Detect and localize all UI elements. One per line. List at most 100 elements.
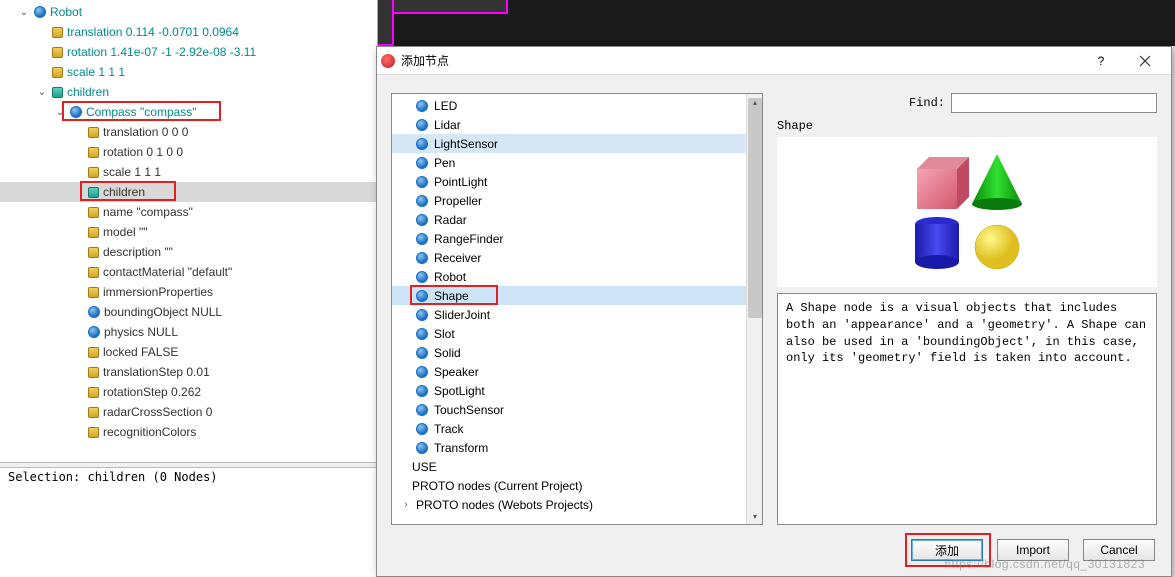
node-icon <box>416 157 428 169</box>
tree-item[interactable]: ⌄ children <box>0 82 377 102</box>
node-list-item[interactable]: Pen <box>392 153 762 172</box>
tree-item[interactable]: locked FALSE <box>0 342 377 362</box>
tree-item[interactable]: recognitionColors <box>0 422 377 442</box>
node-description: A Shape node is a visual objects that in… <box>777 293 1157 525</box>
node-list-item[interactable]: SliderJoint <box>392 305 762 324</box>
scene-tree[interactable]: ⌄Robottranslation 0.114 -0.0701 0.0964ro… <box>0 0 377 462</box>
tree-item-label: children <box>67 85 109 99</box>
find-input[interactable] <box>951 93 1157 113</box>
scroll-down-icon[interactable]: ▾ <box>747 508 763 524</box>
expand-toggle-icon[interactable]: ⌄ <box>36 87 48 98</box>
tree-item-label: children <box>103 185 145 199</box>
viewport-strip <box>378 0 1175 46</box>
tree-item[interactable]: radarCrossSection 0 <box>0 402 377 422</box>
shapes-preview-icon <box>867 142 1067 282</box>
node-list-item[interactable]: Track <box>392 419 762 438</box>
node-list-item[interactable]: Speaker <box>392 362 762 381</box>
field-icon <box>88 347 99 358</box>
node-preview <box>777 137 1157 287</box>
tree-item[interactable]: boundingObject NULL <box>0 302 377 322</box>
tree-item-label: locked FALSE <box>103 345 178 359</box>
expand-toggle-icon[interactable]: ⌄ <box>18 7 30 18</box>
node-list-container: LEDLidarLightSensorPen PointLight Propelle… <box>391 93 763 525</box>
node-list-label: Receiver <box>434 251 481 265</box>
tree-item-label: contactMaterial "default" <box>103 265 232 279</box>
node-icon <box>416 100 428 112</box>
node-list-label: PointLight <box>434 175 487 189</box>
field-icon <box>88 267 99 278</box>
node-list-item[interactable]: LightSensor <box>392 134 762 153</box>
node-list-item[interactable]: Radar <box>392 210 762 229</box>
tree-item[interactable]: children <box>0 182 377 202</box>
node-list-item[interactable]: Shape <box>392 286 762 305</box>
node-section[interactable]: ›PROTO nodes (Webots Projects) <box>392 495 762 514</box>
expand-toggle-icon[interactable]: › <box>400 499 412 510</box>
node-list-item[interactable]: Receiver <box>392 248 762 267</box>
node-section[interactable]: USE <box>392 457 762 476</box>
tree-item[interactable]: rotation 0 1 0 0 <box>0 142 377 162</box>
help-button[interactable]: ? <box>1079 47 1123 75</box>
field-icon <box>88 127 99 138</box>
tree-item-label: name "compass" <box>103 205 193 219</box>
expand-toggle-icon[interactable]: ⌄ <box>54 107 66 118</box>
tree-item[interactable]: rotation 1.41e-07 -1 -2.92e-08 -3.11 <box>0 42 377 62</box>
tree-item[interactable]: name "compass" <box>0 202 377 222</box>
field-icon <box>88 407 99 418</box>
tree-item[interactable]: rotationStep 0.262 <box>0 382 377 402</box>
tree-item[interactable]: ⌄Robot <box>0 2 377 22</box>
scroll-up-icon[interactable]: ▴ <box>747 94 763 110</box>
close-button[interactable] <box>1123 47 1167 75</box>
tree-item[interactable]: translation 0.114 -0.0701 0.0964 <box>0 22 377 42</box>
node-list-item[interactable]: Solid <box>392 343 762 362</box>
selection-status: Selection: children (0 Nodes) <box>0 468 377 486</box>
node-icon <box>416 347 428 359</box>
node-icon <box>416 233 428 245</box>
tree-item-label: rotation 0 1 0 0 <box>103 145 183 159</box>
node-list-item[interactable]: RangeFinder <box>392 229 762 248</box>
node-list-item[interactable]: Transform <box>392 438 762 457</box>
tree-item-label: Compass "compass" <box>86 105 197 119</box>
tree-item[interactable]: translationStep 0.01 <box>0 362 377 382</box>
node-icon <box>416 290 428 302</box>
node-list-item[interactable]: Lidar <box>392 115 762 134</box>
tree-item-label: scale 1 1 1 <box>67 65 125 79</box>
field-icon <box>88 187 99 198</box>
node-icon <box>88 306 100 318</box>
node-icon <box>416 138 428 150</box>
node-list-item[interactable]: Robot <box>392 267 762 286</box>
node-list-item[interactable]: Propeller <box>392 191 762 210</box>
dialog-titlebar[interactable]: 添加节点 ? <box>377 47 1171 75</box>
node-list-item[interactable]: LED <box>392 96 762 115</box>
node-list-item[interactable]: PointLight <box>392 172 762 191</box>
tree-item[interactable]: ⌄ Compass "compass" <box>0 102 377 122</box>
tree-item[interactable]: scale 1 1 1 <box>0 62 377 82</box>
node-section[interactable]: PROTO nodes (Current Project) <box>392 476 762 495</box>
tree-item-label: recognitionColors <box>103 425 196 439</box>
preview-heading: Shape <box>777 119 1157 133</box>
scrollbar[interactable]: ▴ ▾ <box>746 94 762 524</box>
node-icon <box>88 326 100 338</box>
scrollbar-thumb[interactable] <box>748 98 762 318</box>
tree-item[interactable]: scale 1 1 1 <box>0 162 377 182</box>
field-icon <box>88 287 99 298</box>
viewport-marker-2 <box>378 0 394 46</box>
add-button[interactable]: 添加 <box>911 539 983 561</box>
import-button[interactable]: Import <box>997 539 1069 561</box>
cancel-button[interactable]: Cancel <box>1083 539 1155 561</box>
tree-item[interactable]: model "" <box>0 222 377 242</box>
tree-item[interactable]: translation 0 0 0 <box>0 122 377 142</box>
node-list-item[interactable]: SpotLight <box>392 381 762 400</box>
node-list-item[interactable]: TouchSensor <box>392 400 762 419</box>
tree-item[interactable]: contactMaterial "default" <box>0 262 377 282</box>
tree-item-label: rotationStep 0.262 <box>103 385 201 399</box>
tree-item[interactable]: description "" <box>0 242 377 262</box>
node-list[interactable]: LEDLidarLightSensorPen PointLight Propelle… <box>392 94 762 524</box>
node-list-item[interactable]: Slot <box>392 324 762 343</box>
node-icon <box>416 366 428 378</box>
tree-item[interactable]: physics NULL <box>0 322 377 342</box>
field-icon <box>88 207 99 218</box>
tree-item-label: model "" <box>103 225 148 239</box>
tree-item[interactable]: immersionProperties <box>0 282 377 302</box>
node-icon <box>416 385 428 397</box>
tree-item-label: scale 1 1 1 <box>103 165 161 179</box>
